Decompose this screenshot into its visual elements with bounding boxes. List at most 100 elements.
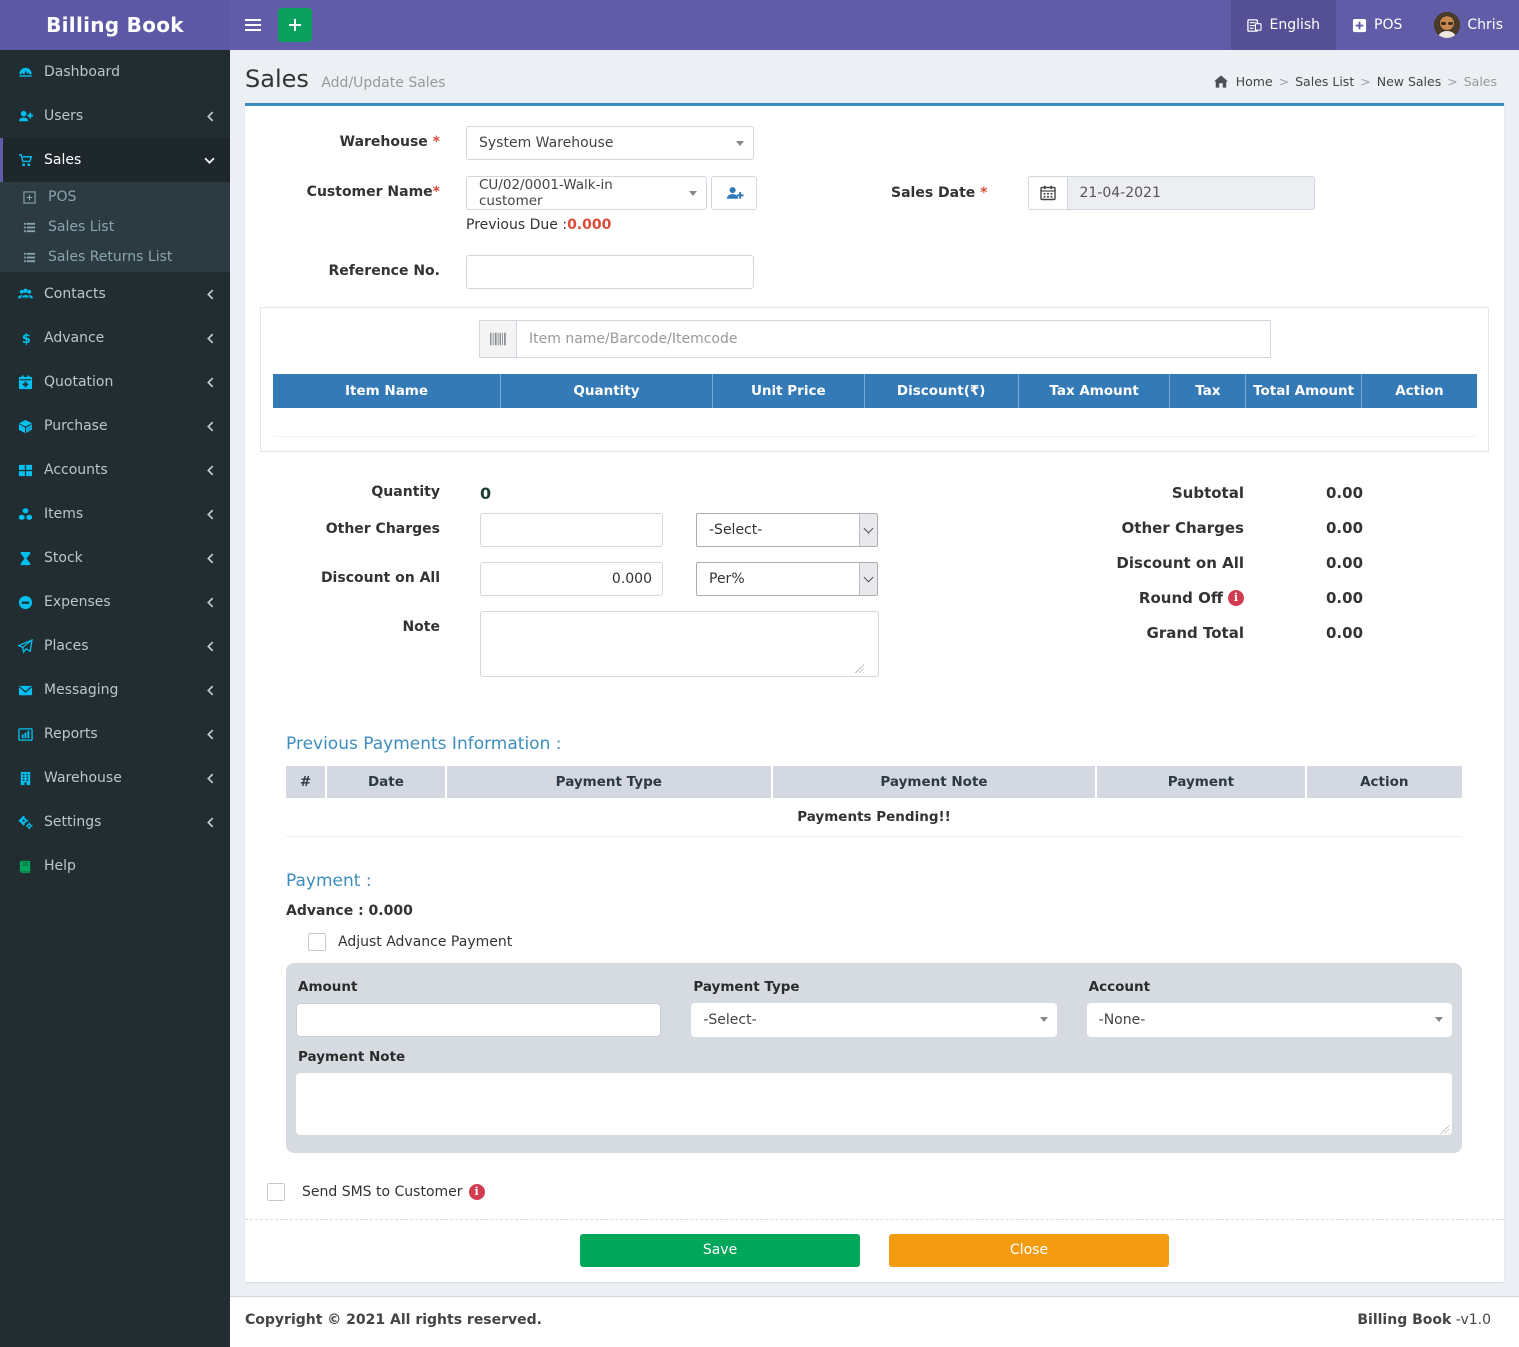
close-button[interactable]: Close bbox=[889, 1234, 1169, 1267]
items-column-header[interactable]: Tax Amount bbox=[1018, 374, 1170, 408]
discount-on-all-input[interactable] bbox=[480, 562, 663, 596]
home-icon bbox=[1214, 75, 1228, 88]
info-icon[interactable]: i bbox=[469, 1184, 485, 1200]
chevron-down-icon bbox=[204, 156, 215, 165]
sidebar-item-accounts[interactable]: Accounts bbox=[0, 448, 230, 492]
subtotal-value: 0.00 bbox=[1326, 484, 1363, 502]
language-menu[interactable]: English bbox=[1231, 0, 1336, 50]
send-sms-checkbox[interactable] bbox=[267, 1183, 285, 1201]
reference-input[interactable] bbox=[466, 255, 754, 289]
info-icon[interactable]: i bbox=[1228, 590, 1244, 606]
account-value: -None- bbox=[1099, 1012, 1146, 1028]
sidebar-item-sales-returns-list[interactable]: Sales Returns List bbox=[0, 242, 230, 272]
discount-total-value: 0.00 bbox=[1326, 554, 1363, 572]
cube-icon bbox=[18, 419, 41, 434]
account-select[interactable]: -None- bbox=[1087, 1003, 1452, 1037]
breadcrumb-sales-list[interactable]: Sales List bbox=[1295, 74, 1354, 89]
calendar-button[interactable] bbox=[1028, 176, 1068, 210]
help-book-icon bbox=[18, 859, 41, 874]
payment-type-value: -Select- bbox=[703, 1012, 756, 1028]
required-asterisk: * bbox=[980, 185, 987, 201]
save-button[interactable]: Save bbox=[580, 1234, 860, 1267]
sidebar-item-places[interactable]: Places bbox=[0, 624, 230, 668]
sidebar-item-purchase[interactable]: Purchase bbox=[0, 404, 230, 448]
form-actions: Save Close bbox=[245, 1219, 1504, 1282]
note-textarea[interactable] bbox=[480, 611, 879, 677]
sales-date-input[interactable]: 21-04-2021 bbox=[1068, 176, 1315, 210]
add-customer-button[interactable] bbox=[711, 176, 757, 210]
sidebar-item-reports[interactable]: Reports bbox=[0, 712, 230, 756]
items-column-header[interactable]: Action bbox=[1361, 374, 1477, 408]
discount-total-label: Discount on All bbox=[1080, 554, 1244, 572]
pos-plus-icon bbox=[1352, 18, 1367, 33]
barcode-addon bbox=[479, 320, 516, 358]
sidebar: Dashboard Users Sales bbox=[0, 50, 230, 1347]
other-charges-input[interactable] bbox=[480, 513, 663, 547]
items-column-header[interactable]: Quantity bbox=[501, 374, 713, 408]
breadcrumb-separator: > bbox=[1279, 74, 1289, 89]
sidebar-item-label: Sales Returns List bbox=[48, 249, 172, 265]
items-column-header[interactable]: Discount(₹) bbox=[864, 374, 1018, 408]
amount-input[interactable] bbox=[296, 1003, 661, 1037]
sidebar-item-label: Expenses bbox=[44, 594, 111, 610]
items-column-header[interactable]: Item Name bbox=[273, 374, 501, 408]
previous-due-label: Previous Due : bbox=[466, 217, 567, 233]
user-plus-icon bbox=[18, 109, 41, 124]
list-icon bbox=[23, 251, 45, 264]
chevron-down-icon bbox=[1040, 1017, 1048, 1022]
payment-note-textarea[interactable] bbox=[296, 1073, 1452, 1135]
quick-add-button[interactable] bbox=[278, 8, 312, 42]
page-footer: Copyright © 2021 All rights reserved. Bi… bbox=[230, 1296, 1519, 1347]
sidebar-item-dashboard[interactable]: Dashboard bbox=[0, 50, 230, 94]
user-menu[interactable]: Chris bbox=[1418, 0, 1519, 50]
sidebar-item-items[interactable]: Items bbox=[0, 492, 230, 536]
sidebar-item-sales-list[interactable]: Sales List bbox=[0, 212, 230, 242]
warehouse-select[interactable]: System Warehouse bbox=[466, 126, 754, 160]
pos-label: POS bbox=[1374, 17, 1402, 33]
grand-total-label: Grand Total bbox=[1080, 624, 1244, 642]
sidebar-item-quotation[interactable]: Quotation bbox=[0, 360, 230, 404]
quantity-label: Quantity bbox=[260, 478, 466, 500]
sidebar-item-settings[interactable]: Settings bbox=[0, 800, 230, 844]
discount-type-select[interactable]: Per% bbox=[696, 562, 878, 596]
chevron-down-icon bbox=[736, 141, 744, 146]
sidebar-item-help[interactable]: Help bbox=[0, 844, 230, 888]
sidebar-item-stock[interactable]: Stock bbox=[0, 536, 230, 580]
adjust-advance-checkbox[interactable] bbox=[308, 933, 326, 951]
breadcrumb-new-sales[interactable]: New Sales bbox=[1377, 74, 1442, 89]
items-column-header[interactable]: Unit Price bbox=[712, 374, 864, 408]
sidebar-item-label: Items bbox=[44, 506, 83, 522]
sidebar-item-warehouse[interactable]: Warehouse bbox=[0, 756, 230, 800]
chevron-left-icon bbox=[206, 641, 215, 652]
payment-type-select[interactable]: -Select- bbox=[691, 1003, 1056, 1037]
customer-name-label: Customer Name* bbox=[260, 176, 466, 200]
items-section: Item Name Quantity Unit Price Discount(₹… bbox=[260, 307, 1489, 452]
pos-menu[interactable]: POS bbox=[1336, 0, 1418, 50]
sidebar-item-label: Places bbox=[44, 638, 89, 654]
chevron-left-icon bbox=[206, 817, 215, 828]
other-charges-type-select[interactable]: -Select- bbox=[696, 513, 878, 547]
sidebar-item-pos[interactable]: POS bbox=[0, 182, 230, 212]
discount-type-value: Per% bbox=[709, 571, 745, 587]
sidebar-item-users[interactable]: Users bbox=[0, 94, 230, 138]
chevron-left-icon bbox=[206, 729, 215, 740]
plus-square-icon bbox=[23, 191, 45, 204]
breadcrumb-current: Sales bbox=[1464, 74, 1497, 89]
sidebar-item-contacts[interactable]: Contacts bbox=[0, 272, 230, 316]
customer-select[interactable]: CU/02/0001-Walk-in customer bbox=[466, 176, 707, 210]
sidebar-item-sales[interactable]: Sales bbox=[0, 138, 230, 182]
item-search-input[interactable] bbox=[516, 320, 1271, 358]
amount-label: Amount bbox=[298, 979, 661, 995]
items-column-header[interactable]: Tax bbox=[1170, 374, 1246, 408]
payments-column-header: Payment Type bbox=[446, 766, 772, 798]
sidebar-item-messaging[interactable]: Messaging bbox=[0, 668, 230, 712]
sidebar-toggle-button[interactable] bbox=[230, 0, 276, 50]
chevron-down-icon bbox=[1435, 1017, 1443, 1022]
breadcrumb-home[interactable]: Home bbox=[1236, 74, 1273, 89]
sidebar-item-expenses[interactable]: Expenses bbox=[0, 580, 230, 624]
items-column-header[interactable]: Total Amount bbox=[1246, 374, 1362, 408]
page-title: Sales bbox=[245, 65, 309, 93]
sidebar-item-advance[interactable]: $ Advance bbox=[0, 316, 230, 360]
app-window: Billing Book English bbox=[0, 0, 1519, 1347]
app-logo[interactable]: Billing Book bbox=[0, 0, 230, 50]
